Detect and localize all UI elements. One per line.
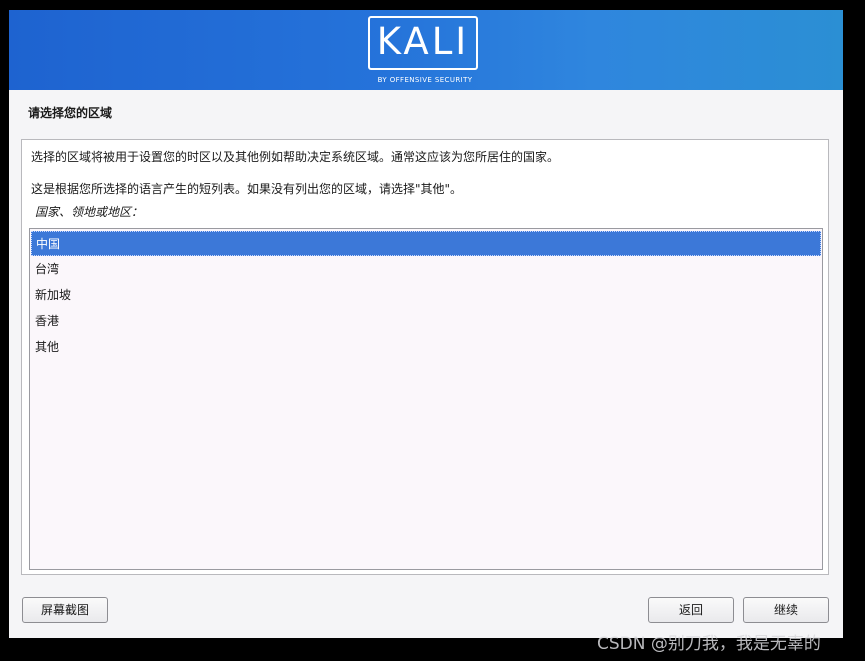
back-button[interactable]: 返回 — [648, 597, 734, 623]
region-item-taiwan[interactable]: 台湾 — [31, 257, 821, 282]
screen-frame: KALI BY OFFENSIVE SECURITY 请选择您的区域 选择的区域… — [0, 0, 865, 661]
kali-banner: KALI BY OFFENSIVE SECURITY — [9, 10, 843, 90]
screenshot-button[interactable]: 屏幕截图 — [22, 597, 108, 623]
region-item-singapore[interactable]: 新加坡 — [31, 283, 821, 308]
description-line-1: 选择的区域将被用于设置您的时区以及其他例如帮助决定系统区域。通常这应该为您所居住… — [31, 150, 560, 164]
region-item-other[interactable]: 其他 — [31, 335, 821, 360]
continue-button[interactable]: 继续 — [743, 597, 829, 623]
kali-logo-text: KALI — [376, 20, 470, 63]
description-line-2: 这是根据您所选择的语言产生的短列表。如果没有列出您的区域，请选择"其他"。 — [31, 182, 463, 196]
region-list[interactable]: 中国 台湾 新加坡 香港 其他 — [29, 228, 823, 570]
csdn-watermark: CSDN @别刀我，我是无辜的 — [597, 634, 821, 654]
region-item-china[interactable]: 中国 — [31, 231, 821, 256]
kali-logo: KALI BY OFFENSIVE SECURITY — [368, 16, 482, 86]
installer-window: KALI BY OFFENSIVE SECURITY 请选择您的区域 选择的区域… — [9, 10, 843, 638]
page-title: 请选择您的区域 — [28, 106, 113, 120]
kali-logo-subtitle: BY OFFENSIVE SECURITY — [377, 76, 473, 84]
region-item-hongkong[interactable]: 香港 — [31, 309, 821, 334]
content-panel: 选择的区域将被用于设置您的时区以及其他例如帮助决定系统区域。通常这应该为您所居住… — [21, 139, 829, 575]
region-list-label: 国家、领地或地区： — [35, 205, 144, 219]
